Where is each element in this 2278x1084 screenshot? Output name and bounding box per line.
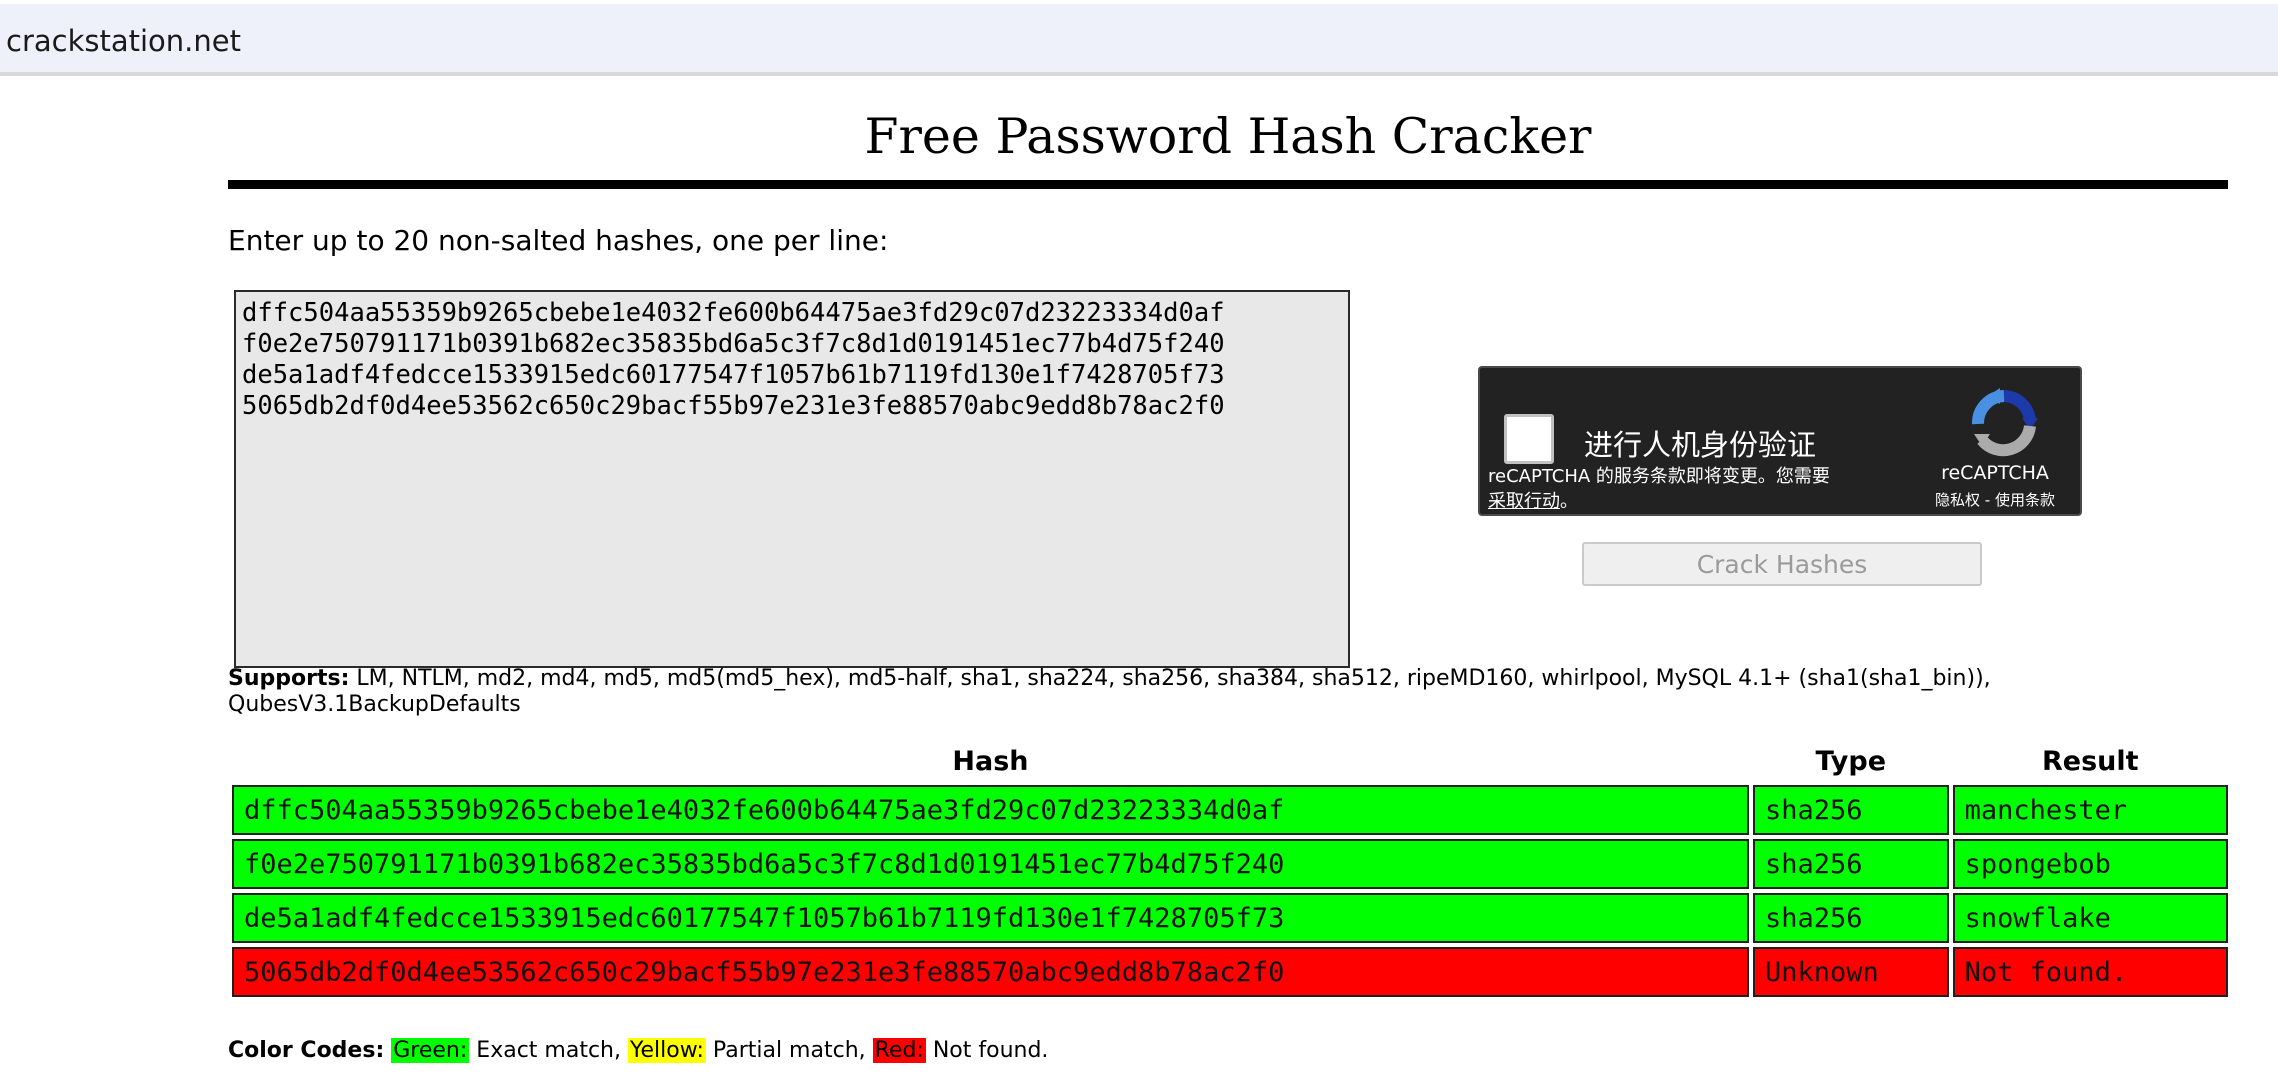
result-cell: spongebob [1952, 839, 2228, 889]
type-cell: sha256 [1752, 893, 1949, 943]
type-column-header: Type [1815, 746, 1886, 777]
recaptcha-brand: reCAPTCHA [1941, 462, 2049, 484]
type-cell: Unknown [1752, 947, 1949, 997]
green-description: Exact match, [469, 1038, 628, 1063]
recaptcha-privacy-terms-links[interactable]: 隐私权 - 使用条款 [1910, 489, 2080, 510]
table-row: 5065db2df0d4ee53562c650c29bacf55b97e231e… [232, 947, 2228, 997]
supported-algorithms: Supports: LM, NTLM, md2, md4, md5, md5(m… [228, 666, 2228, 718]
table-row: f0e2e750791171b0391b682ec35835bd6a5c3f7c… [232, 839, 2228, 889]
page-title: Free Password Hash Cracker [864, 108, 1592, 165]
result-cell: Not found. [1952, 947, 2228, 997]
recaptcha-terms-text: reCAPTCHA 的服务条款即将变更。您需要 [1488, 466, 1830, 487]
results-table: Hash Type Result dffc504aa55359b9265cbeb… [228, 742, 2232, 1001]
green-chip: Green: [391, 1038, 470, 1063]
red-description: Not found. [925, 1038, 1049, 1063]
color-codes-label: Color Codes: [228, 1038, 385, 1063]
hash-cell: de5a1adf4fedcce1533915edc60177547f1057b6… [232, 893, 1749, 943]
hash-input[interactable] [234, 290, 1350, 668]
recaptcha-logo-icon [1964, 388, 2044, 458]
red-chip: Red: [872, 1038, 926, 1063]
recaptcha-terms-notice: reCAPTCHA 的服务条款即将变更。您需要 采取行动。 [1488, 464, 1868, 514]
table-row: dffc504aa55359b9265cbebe1e4032fe600b6447… [232, 785, 2228, 835]
result-cell: manchester [1952, 785, 2228, 835]
supports-label: Supports: [228, 666, 350, 691]
yellow-description: Partial match, [705, 1038, 873, 1063]
result-cell: snowflake [1952, 893, 2228, 943]
result-column-header: Result [2042, 746, 2139, 777]
table-row: de5a1adf4fedcce1533915edc60177547f1057b6… [232, 893, 2228, 943]
type-cell: sha256 [1752, 839, 1949, 889]
type-cell: sha256 [1752, 785, 1949, 835]
hash-cell: f0e2e750791171b0391b682ec35835bd6a5c3f7c… [232, 839, 1749, 889]
hash-column-header: Hash [952, 746, 1029, 777]
title-divider [228, 180, 2228, 189]
color-codes-legend: Color Codes: Green: Exact match, Yellow:… [228, 1038, 1048, 1063]
supports-list: LM, NTLM, md2, md4, md5, md5(md5_hex), m… [228, 666, 1991, 717]
hash-cell: 5065db2df0d4ee53562c650c29bacf55b97e231e… [232, 947, 1749, 997]
crack-hashes-button[interactable]: Crack Hashes [1582, 542, 1982, 586]
hash-cell: dffc504aa55359b9265cbebe1e4032fe600b6447… [232, 785, 1749, 835]
recaptcha-checkbox[interactable] [1504, 414, 1554, 464]
recaptcha-label: 进行人机身份验证 [1584, 428, 1817, 462]
recaptcha-widget: 进行人机身份验证 reCAPTCHA 的服务条款即将变更。您需要 采取行动。 r… [1478, 366, 2082, 516]
yellow-chip: Yellow: [627, 1038, 706, 1063]
recaptcha-take-action-link[interactable]: 采取行动 [1488, 491, 1560, 512]
recaptcha-terms-end: 。 [1560, 491, 1578, 512]
browser-address-bar[interactable]: crackstation.net [0, 4, 2278, 76]
instructions-text: Enter up to 20 non-salted hashes, one pe… [228, 224, 889, 257]
address-url[interactable]: crackstation.net [6, 24, 241, 58]
